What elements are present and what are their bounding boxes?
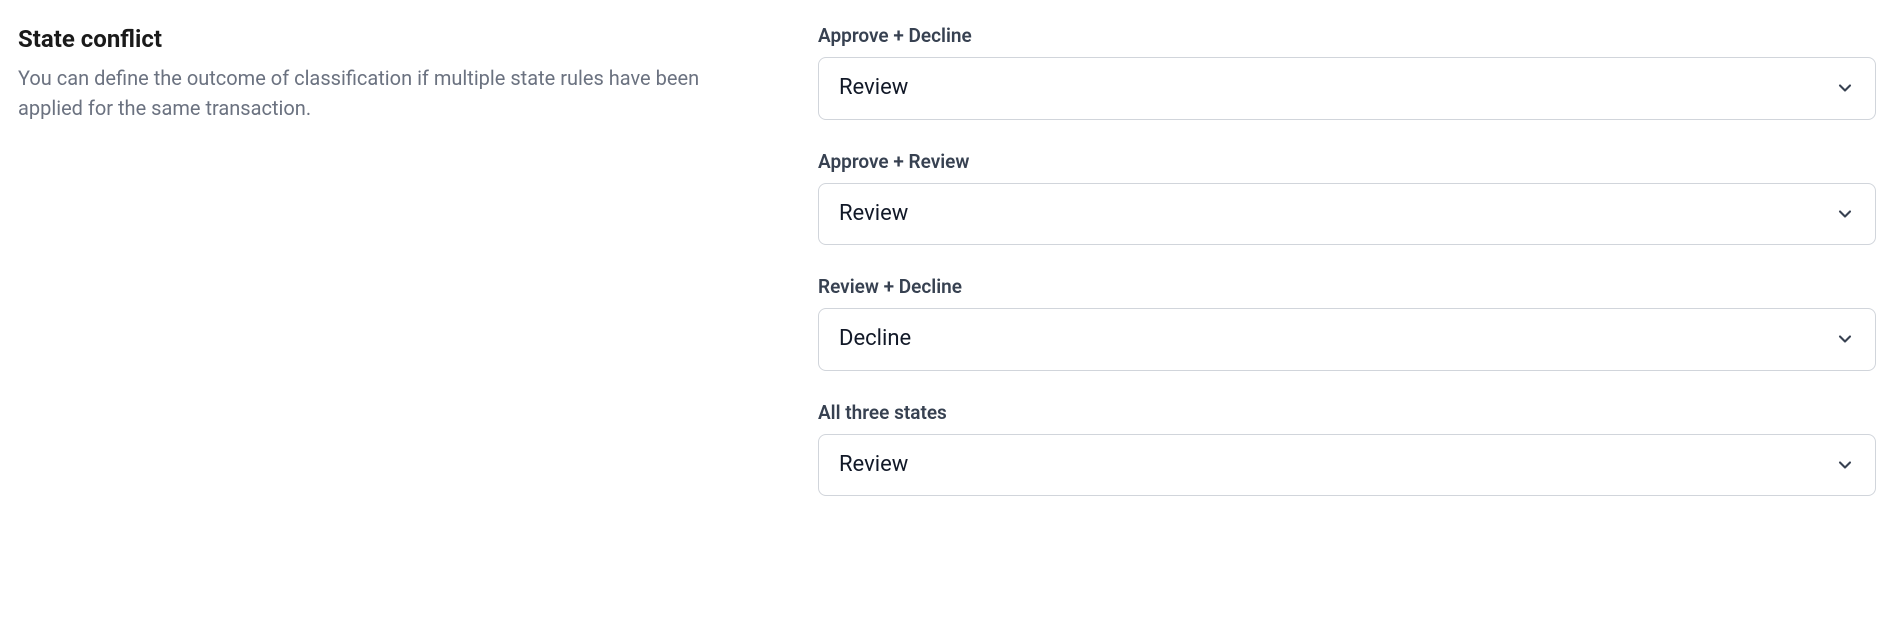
section-title: State conflict (18, 24, 758, 55)
field-label: All three states (818, 401, 1876, 424)
select-value: Review (839, 200, 908, 229)
select-value: Review (839, 74, 908, 103)
field-approve-review: Approve + Review Review (818, 150, 1876, 246)
section-header: State conflict You can define the outcom… (18, 24, 778, 526)
fields-column: Approve + Decline Review Approve + Revie… (818, 24, 1876, 526)
section-description: You can define the outcome of classifica… (18, 63, 758, 123)
select-approve-decline[interactable]: Review (818, 57, 1876, 120)
field-review-decline: Review + Decline Decline (818, 275, 1876, 371)
chevron-down-icon (1835, 204, 1855, 224)
select-review-decline[interactable]: Decline (818, 308, 1876, 371)
select-value: Review (839, 451, 908, 480)
field-all-three-states: All three states Review (818, 401, 1876, 497)
field-approve-decline: Approve + Decline Review (818, 24, 1876, 120)
field-label: Approve + Decline (818, 24, 1876, 47)
select-value: Decline (839, 325, 911, 354)
chevron-down-icon (1835, 455, 1855, 475)
state-conflict-section: State conflict You can define the outcom… (18, 24, 1876, 526)
chevron-down-icon (1835, 329, 1855, 349)
chevron-down-icon (1835, 78, 1855, 98)
select-approve-review[interactable]: Review (818, 183, 1876, 246)
field-label: Approve + Review (818, 150, 1876, 173)
field-label: Review + Decline (818, 275, 1876, 298)
select-all-three-states[interactable]: Review (818, 434, 1876, 497)
